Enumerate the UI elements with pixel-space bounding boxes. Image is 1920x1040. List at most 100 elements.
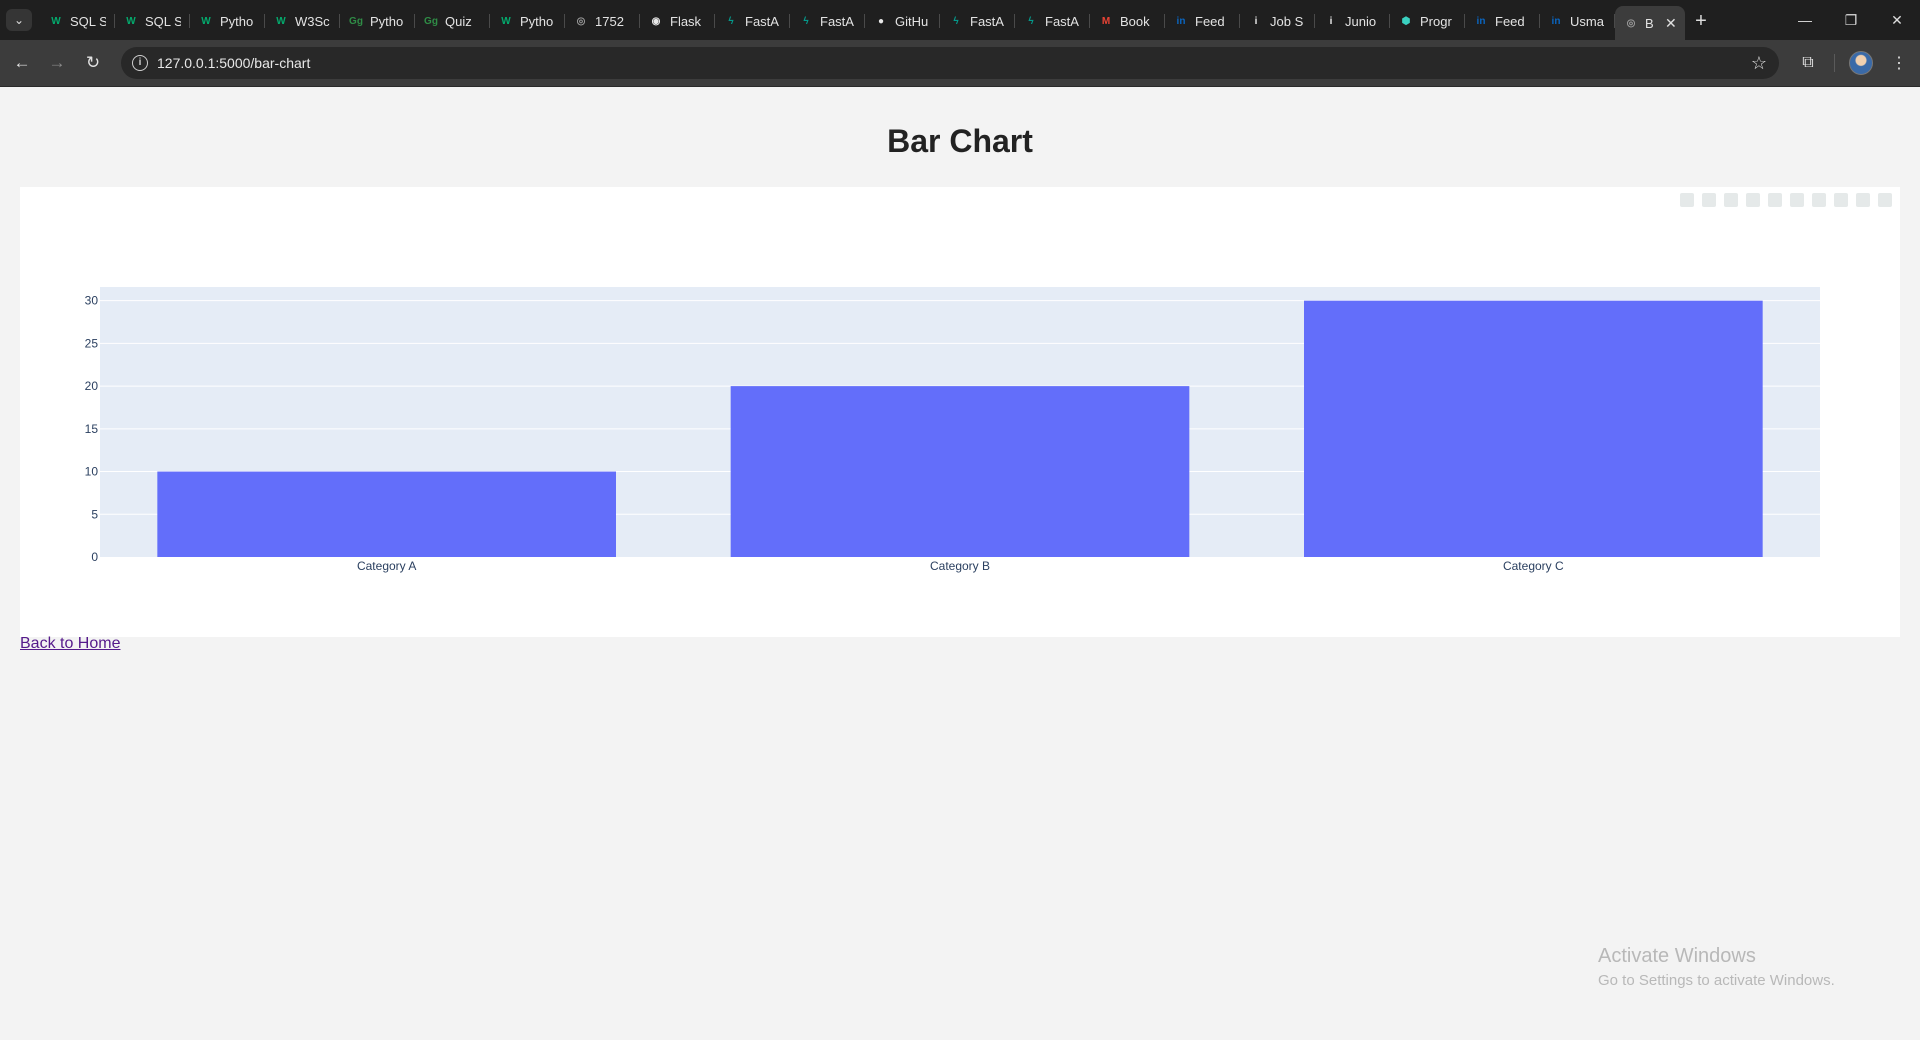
new-tab-button[interactable]: + — [1685, 6, 1717, 36]
w3schools-icon: W — [51, 15, 61, 27]
close-window-icon[interactable]: ✕ — [1874, 0, 1920, 40]
address-bar[interactable]: i 127.0.0.1:5000/bar-chart ☆ — [121, 47, 1779, 79]
info-icon: i — [1329, 15, 1333, 27]
linkedin-icon: in — [1476, 15, 1486, 27]
tab-strip: ⌄ W SQL S W SQL S W Pytho W W3Sc Gg Pytho Gg Quiz W P… — [0, 0, 1920, 40]
bar — [1304, 300, 1763, 557]
extensions-icon[interactable]: ⧉ — [1793, 48, 1823, 78]
tab-title: Flask — [670, 13, 702, 29]
browser-tab[interactable]: in Feed — [1165, 6, 1240, 36]
browser-tab[interactable]: Gg Pytho — [340, 6, 415, 36]
y-tick-label: 5 — [91, 507, 98, 521]
tab-title: W3Sc — [295, 13, 330, 29]
y-tick-label: 0 — [91, 550, 98, 564]
browser-tab[interactable]: ● GitHu — [865, 6, 940, 36]
browser-tab[interactable]: i Job S — [1240, 6, 1315, 36]
browser-tab[interactable]: W SQL S — [115, 6, 190, 36]
browser-tab[interactable]: W W3Sc — [265, 6, 340, 36]
browser-tab[interactable]: W Pytho — [490, 6, 565, 36]
windows-activation-watermark: Activate Windows Go to Settings to activ… — [1598, 945, 1835, 989]
tab-title: FastA — [745, 13, 779, 29]
browser-tab[interactable]: ϟ FastA — [1015, 6, 1090, 36]
browser-tab[interactable]: W Pytho — [190, 6, 265, 36]
geeksforgeeks-icon: Gg — [424, 15, 438, 27]
y-tick-label: 30 — [85, 294, 99, 308]
browser-tab[interactable]: Gg Quiz — [415, 6, 490, 36]
restore-icon[interactable]: ❐ — [1828, 0, 1874, 40]
tab-title: Quiz — [445, 13, 472, 29]
browser-tab[interactable]: ϟ FastA — [715, 6, 790, 36]
y-tick-label: 20 — [85, 379, 99, 393]
tab-title: Feed — [1495, 13, 1525, 29]
tab-title: Progr — [1420, 13, 1452, 29]
bookmark-star-icon[interactable]: ☆ — [1751, 53, 1767, 74]
reload-icon[interactable]: ↻ — [81, 51, 105, 75]
tab-title: FastA — [970, 13, 1004, 29]
globe-icon: ◎ — [576, 15, 586, 27]
x-tick-label: Category B — [930, 559, 990, 573]
toolbar-divider — [1834, 54, 1835, 72]
tab-title: Feed — [1195, 13, 1225, 29]
shield-icon: ⬢ — [1401, 15, 1411, 27]
y-tick-label: 25 — [85, 336, 99, 350]
globe-icon: ◎ — [1626, 17, 1636, 29]
tab-search-button[interactable]: ⌄ — [6, 9, 32, 31]
tab-title: FastA — [1045, 13, 1079, 29]
browser-tab[interactable]: i Junio — [1315, 6, 1390, 36]
tab-title: Pytho — [220, 13, 254, 29]
browser-tab[interactable]: ◉ Flask — [640, 6, 715, 36]
window-controls: — ❐ ✕ — [1782, 0, 1920, 40]
watermark-title: Activate Windows — [1598, 945, 1756, 967]
minimize-icon[interactable]: — — [1782, 0, 1828, 40]
bar — [157, 471, 617, 557]
forward-arrow-icon[interactable]: → — [45, 51, 69, 75]
browser-tab[interactable]: ⬢ Progr — [1390, 6, 1465, 36]
url-text[interactable]: 127.0.0.1:5000/bar-chart — [157, 55, 310, 71]
fastapi-icon: ϟ — [953, 15, 959, 27]
back-to-home-link[interactable]: Back to Home — [20, 635, 120, 653]
gmail-icon: M — [1101, 15, 1111, 27]
browser-tab[interactable]: ϟ FastA — [790, 6, 865, 36]
close-tab-icon[interactable]: ✕ — [1665, 15, 1677, 32]
menu-kebab-icon[interactable]: ⋮ — [1884, 48, 1914, 78]
fastapi-icon: ϟ — [728, 15, 734, 27]
browser-tab[interactable]: in Feed — [1465, 6, 1540, 36]
browser-tab[interactable]: W SQL S — [40, 6, 115, 36]
page-title: Bar Chart — [887, 123, 1033, 159]
bar — [730, 386, 1190, 557]
tab-title: 1752 — [595, 13, 624, 29]
active-browser-tab[interactable]: ◎ B ✕ — [1615, 6, 1685, 40]
linkedin-icon: in — [1551, 15, 1561, 27]
bar-chart: 0 5 10 15 20 25 30 Category A Category B Category… — [85, 287, 1820, 573]
tab-title: FastA — [820, 13, 854, 29]
y-tick-label: 15 — [85, 422, 99, 436]
geeksforgeeks-icon: Gg — [349, 15, 363, 27]
profile-avatar[interactable] — [1849, 51, 1873, 75]
tab-title: Usma — [1570, 13, 1604, 29]
tab-title: GitHu — [895, 13, 929, 29]
w3schools-icon: W — [201, 15, 211, 27]
tab-title: Job S — [1270, 13, 1304, 29]
w3schools-icon: W — [501, 15, 511, 27]
x-tick-label: Category A — [357, 559, 416, 573]
tab-title: Pytho — [370, 13, 404, 29]
tabs-container: W SQL S W SQL S W Pytho W W3Sc Gg Pytho Gg Quiz W Pyt… — [40, 6, 1717, 40]
browser-tab[interactable]: ϟ FastA — [940, 6, 1015, 36]
flask-icon: ◉ — [651, 15, 661, 27]
chart-container: 0 5 10 15 20 25 30 Category A Category B Category… — [20, 187, 1900, 637]
tab-title: Junio — [1345, 13, 1377, 29]
linkedin-icon: in — [1176, 15, 1186, 27]
browser-tab[interactable]: ◎ 1752 — [565, 6, 640, 36]
fastapi-icon: ϟ — [1028, 15, 1034, 27]
w3schools-icon: W — [126, 15, 136, 27]
tab-title: SQL S — [145, 13, 181, 29]
browser-tab[interactable]: in Usma — [1540, 6, 1615, 36]
tab-title: B — [1645, 15, 1654, 31]
info-icon: i — [1254, 15, 1258, 27]
browser-tab[interactable]: M Book — [1090, 6, 1165, 36]
site-info-icon[interactable]: i — [132, 55, 148, 71]
tab-title: Pytho — [520, 13, 554, 29]
x-tick-label: Category C — [1503, 559, 1564, 573]
browser-toolbar: ← → ↻ i 127.0.0.1:5000/bar-chart ☆ ⧉ ⋮ — [0, 40, 1920, 87]
back-arrow-icon[interactable]: ← — [10, 51, 34, 75]
